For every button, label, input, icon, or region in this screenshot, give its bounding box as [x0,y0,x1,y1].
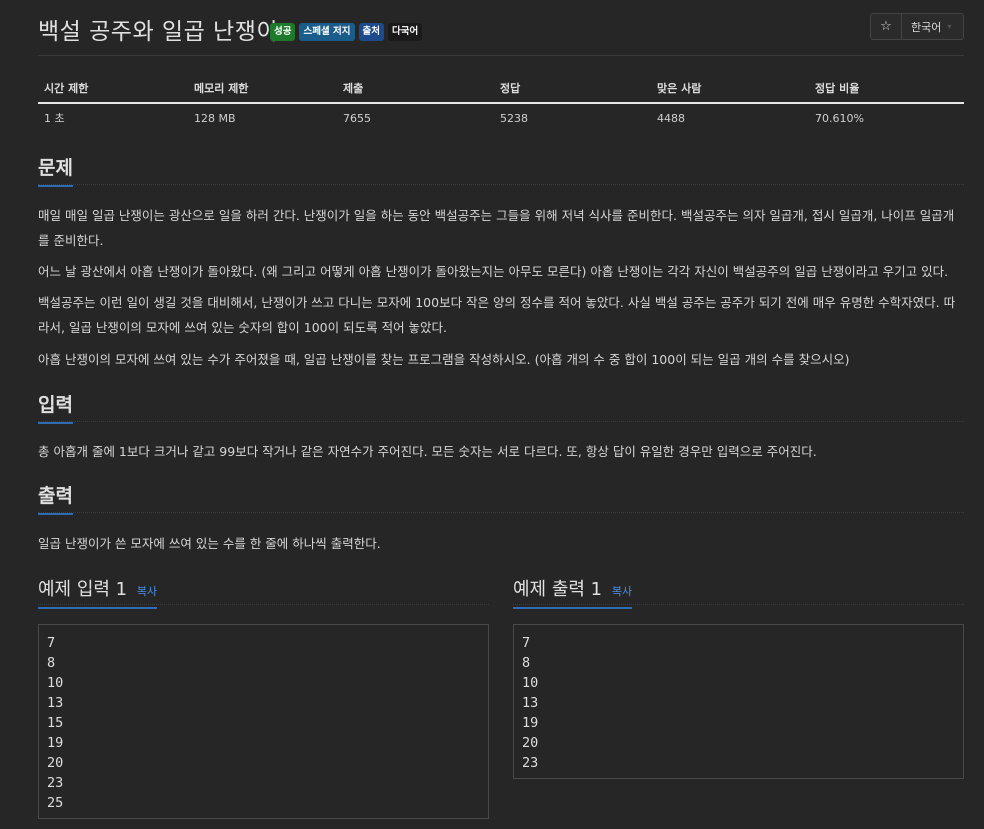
accepted-value: 5238 [500,111,528,125]
accept-ratio-value: 70.610% [815,111,864,125]
input-section-title: 입력 [38,390,73,424]
problem-page: 백설 공주와 일곱 난쟁이 성공 스페셜 저지 출처 다국어 ☆ 한국어 ▾ 시… [0,0,984,829]
problem-paragraph-4: 아홉 난쟁이의 모자에 쓰여 있는 수가 주어졌을 때, 일곱 난쟁이를 찾는 … [38,352,850,367]
header-solved-users: 맞은 사람 [651,76,809,104]
input-description: 총 아홉개 줄에 1보다 크거나 같고 99보다 작거나 같은 자연수가 주어진… [38,444,817,459]
problem-paragraph-2: 어느 날 광산에서 아홉 난쟁이가 돌아왔다. (왜 그리고 어떻게 아홉 난쟁… [38,264,949,279]
header-memory-limit: 메모리 제한 [188,76,337,104]
label-source[interactable]: 출처 [358,23,384,41]
problem-header: 백설 공주와 일곱 난쟁이 성공 스페셜 저지 출처 다국어 ☆ 한국어 ▾ [38,10,964,56]
header-time-limit: 시간 제한 [38,76,188,104]
copy-sample-output-button[interactable]: 복사 [612,585,632,598]
table-row: 1 초 128 MB 7655 5238 4488 70.610% [38,103,964,132]
chevron-down-icon: ▾ [947,22,952,31]
problem-paragraph-3: 백설공주는 이런 일이 생길 것을 대비해서, 난쟁이가 쓰고 다니는 모자에 … [38,295,956,335]
sample-input-title-text: 예제 입력 1 [38,579,128,600]
header-accepted: 정답 [494,76,651,104]
output-section-heading: 출력 [38,481,964,515]
sample-input-box[interactable]: 7 8 10 13 15 19 20 23 25 [38,624,489,819]
sample-input-divider [38,604,489,605]
sample-output-title-text: 예제 출력 1 [513,579,603,600]
problem-labels: 성공 스페셜 저지 출처 다국어 [270,23,423,41]
submissions-value: 7655 [343,111,371,125]
memory-limit-value: 128 MB [194,111,236,125]
input-section-heading: 입력 [38,390,964,424]
star-button[interactable]: ☆ [871,14,902,39]
sample-output-divider [513,604,964,605]
star-icon: ☆ [880,19,892,34]
label-multilingual[interactable]: 다국어 [387,23,423,41]
output-description: 일곱 난쟁이가 쓴 모자에 쓰여 있는 수를 한 줄에 하나씩 출력한다. [38,536,381,551]
sample-output-box[interactable]: 7 8 10 13 19 20 23 [513,624,964,779]
problem-title: 백설 공주와 일곱 난쟁이 [38,19,279,45]
header-submissions[interactable]: 제출 [337,76,494,104]
language-label: 한국어 [911,20,942,34]
time-limit-value: 1 초 [44,112,65,125]
label-special-judge[interactable]: 스페셜 저지 [299,23,355,41]
header-accept-ratio: 정답 비율 [809,76,964,104]
problem-section-heading: 문제 [38,153,964,187]
solved-users-value: 4488 [657,111,685,125]
problem-info-table: 시간 제한 메모리 제한 제출 정답 맞은 사람 정답 비율 1 초 128 M… [38,76,964,132]
problem-section-title: 문제 [38,153,73,187]
label-success[interactable]: 성공 [270,23,296,41]
language-select[interactable]: 한국어 ▾ [902,14,963,39]
output-section-title: 출력 [38,481,73,515]
table-header-row: 시간 제한 메모리 제한 제출 정답 맞은 사람 정답 비율 [38,76,964,104]
header-buttons: ☆ 한국어 ▾ [870,13,964,40]
problem-paragraph-1: 매일 매일 일곱 난쟁이는 광산으로 일을 하러 간다. 난쟁이가 일을 하는 … [38,208,955,248]
copy-sample-input-button[interactable]: 복사 [137,585,157,598]
